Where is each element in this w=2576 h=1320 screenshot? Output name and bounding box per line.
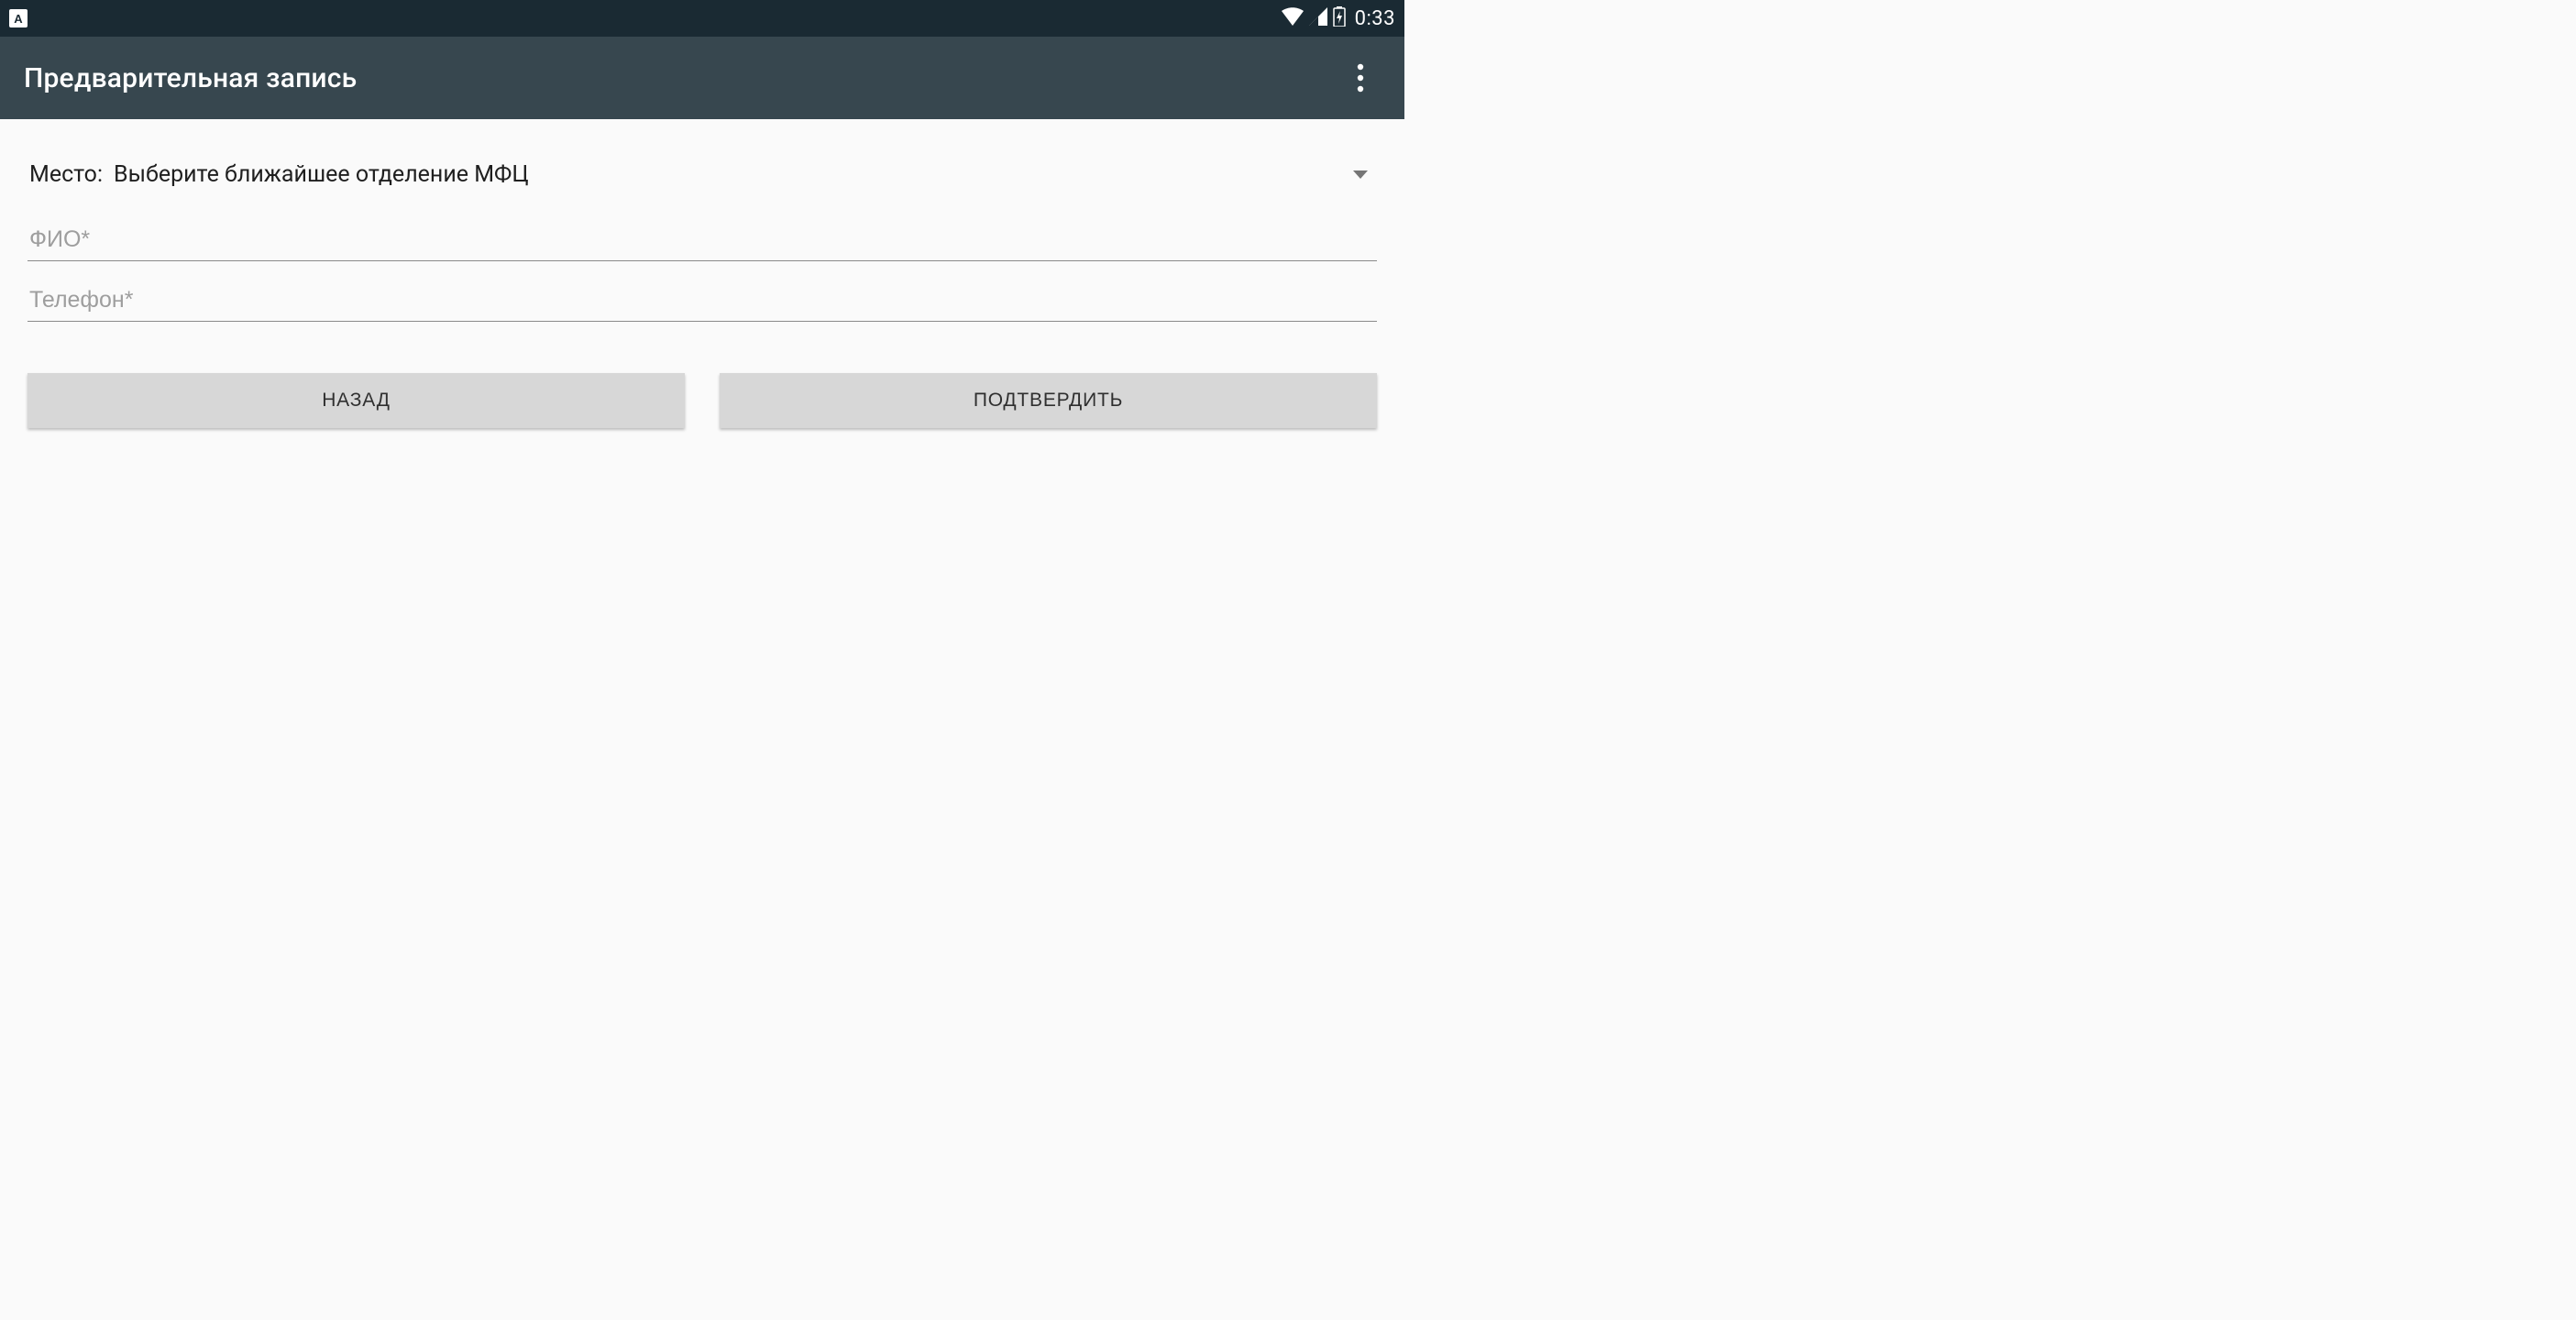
back-button[interactable]: НАЗАД bbox=[28, 373, 685, 428]
phone-field bbox=[28, 281, 1377, 322]
cell-signal-icon bbox=[1309, 7, 1327, 29]
place-spinner-label-group: Место: Выберите ближайшее отделение МФЦ bbox=[29, 161, 529, 188]
place-selected-value: Выберите ближайшее отделение МФЦ bbox=[114, 161, 529, 188]
keyboard-indicator-icon: A bbox=[9, 9, 28, 28]
more-vert-icon bbox=[1357, 63, 1364, 93]
fio-field bbox=[28, 221, 1377, 261]
overflow-menu-button[interactable] bbox=[1340, 58, 1381, 98]
status-bar-right: 0:33 bbox=[1282, 6, 1395, 30]
form-content: Место: Выберите ближайшее отделение МФЦ … bbox=[0, 119, 1404, 428]
page-title: Предварительная запись bbox=[24, 62, 357, 94]
status-bar-left: A bbox=[9, 9, 28, 28]
status-bar-clock: 0:33 bbox=[1355, 7, 1395, 30]
chevron-down-icon bbox=[1353, 170, 1368, 179]
status-bar: A 0:33 bbox=[0, 0, 1404, 37]
fio-input[interactable] bbox=[28, 221, 1377, 261]
place-spinner[interactable]: Место: Выберите ближайшее отделение МФЦ bbox=[28, 156, 1377, 201]
button-row: НАЗАД ПОДТВЕРДИТЬ bbox=[28, 373, 1377, 428]
place-label: Место: bbox=[29, 161, 103, 188]
app-bar: Предварительная запись bbox=[0, 37, 1404, 119]
battery-charging-icon bbox=[1333, 6, 1346, 30]
phone-input[interactable] bbox=[28, 281, 1377, 322]
wifi-icon bbox=[1282, 7, 1304, 29]
confirm-button[interactable]: ПОДТВЕРДИТЬ bbox=[720, 373, 1377, 428]
